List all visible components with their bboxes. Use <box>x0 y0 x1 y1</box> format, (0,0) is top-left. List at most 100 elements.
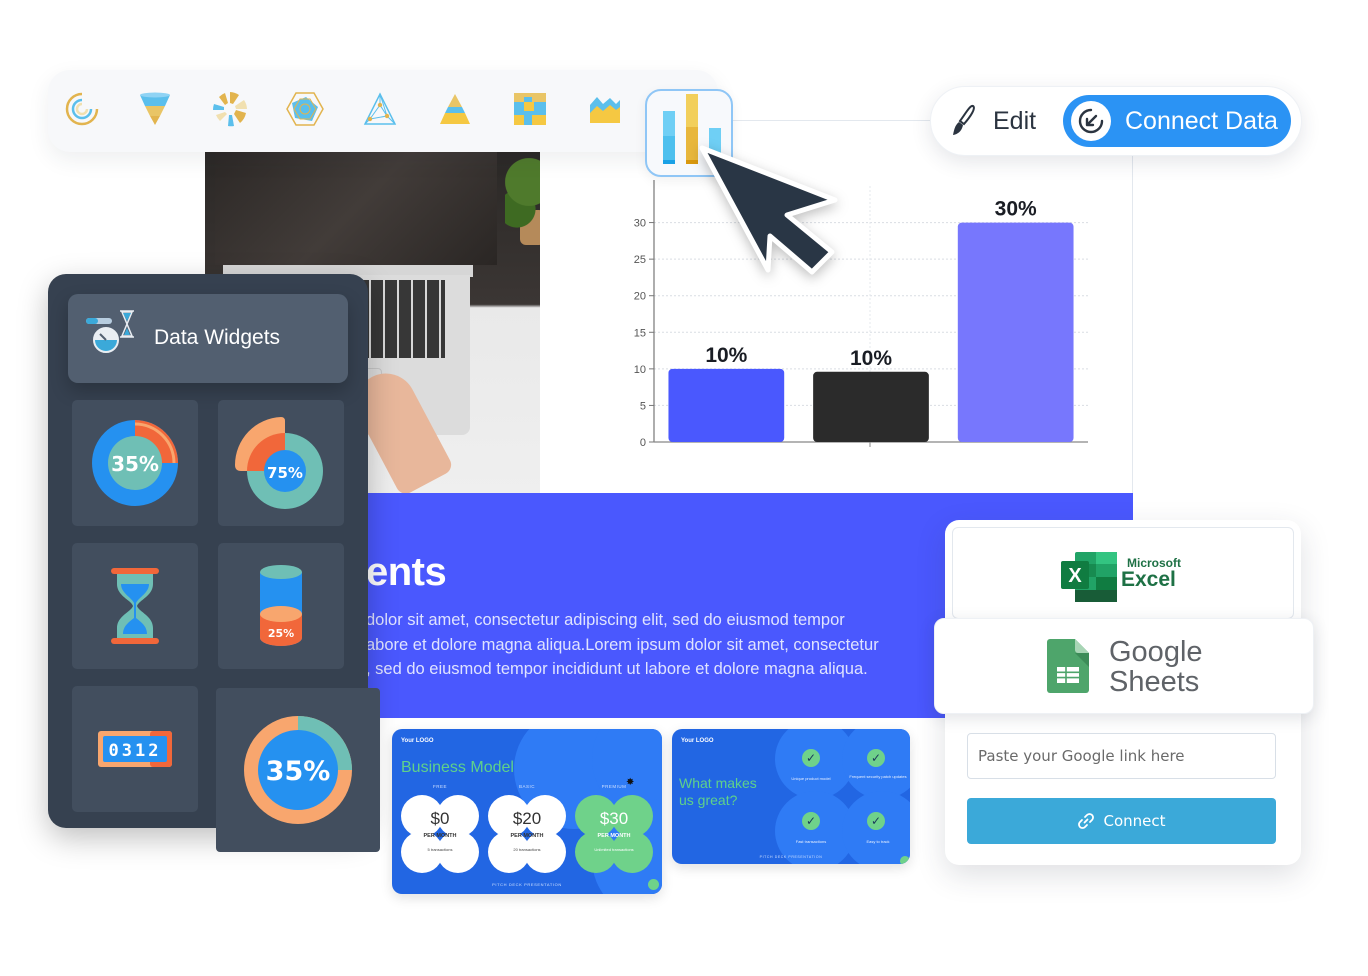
feature-label: Easy to track <box>866 839 890 844</box>
link-icon <box>1078 813 1095 829</box>
check-icon: ✓ <box>802 749 820 767</box>
next-arrow-icon <box>900 856 910 864</box>
price: $30 <box>599 809 629 828</box>
price-period: PER MONTH <box>510 833 544 839</box>
template-thumbnail-business-model[interactable]: Your LOGO Business Model FREE BASIC PREM… <box>392 729 662 894</box>
tier-label: FREE <box>432 784 447 789</box>
slide-heading: ents <box>366 550 447 594</box>
excel-source-option[interactable]: X Microsoft Excel <box>952 527 1294 619</box>
mouse-cursor-icon <box>699 145 838 275</box>
polar-area-chart-icon[interactable] <box>210 89 250 129</box>
excel-logo-icon: X <box>1061 552 1117 602</box>
y-tick-label: 25 <box>634 254 646 266</box>
feature-label: Unique product model <box>791 776 831 781</box>
pyramid-chart-icon[interactable] <box>435 89 475 129</box>
cylinder-widget-label: 25% <box>268 627 294 640</box>
bar <box>668 368 785 442</box>
google-sheets-source-option[interactable]: Google Sheets <box>934 618 1314 714</box>
pie-widget[interactable]: 75% <box>218 400 344 526</box>
price-period: PER MONTH <box>597 833 631 839</box>
donut-widget-label: 35% <box>111 452 159 476</box>
price-desc: 5 transactions <box>427 847 453 852</box>
excel-label: Excel <box>1121 568 1176 591</box>
area-chart-icon[interactable] <box>585 89 625 129</box>
price-card-premium: $30 PER MONTH Unlimited transactions <box>575 795 653 873</box>
thumbnail-footer: PITCH DECK PRESENTATION <box>492 882 562 887</box>
check-icon: ✓ <box>867 812 885 830</box>
feature-label: Fast transactions <box>795 839 827 844</box>
next-arrow-icon <box>648 879 659 890</box>
counter-icon: 0312 <box>98 731 172 767</box>
thumbnail-title: Business Model <box>401 759 514 776</box>
template-thumbnail-what-makes-us-great[interactable]: Your LOGO What makes us great? ✓ ✓ ✓ ✓ U… <box>672 729 910 864</box>
connect-data-button[interactable]: Connect Data <box>1063 95 1291 147</box>
radar-chart-icon[interactable] <box>285 89 325 129</box>
edit-label: Edit <box>993 106 1037 135</box>
connect-data-label: Connect Data <box>1125 106 1278 135</box>
google-sheets-logo-icon <box>1047 639 1089 693</box>
thumbnail-logo: Your LOGO <box>681 738 714 744</box>
bar <box>957 222 1074 442</box>
price-card-basic: $20 PER MONTH 20 transactions <box>488 795 566 873</box>
price: $20 <box>512 809 542 828</box>
cylinder-chart-icon: 25% <box>260 565 302 646</box>
tier-label: BASIC <box>518 784 535 789</box>
y-tick-label: 0 <box>640 437 646 449</box>
bar-data-label: 10% <box>850 347 892 370</box>
bar <box>813 371 929 442</box>
y-tick-label: 15 <box>634 327 646 339</box>
hourglass-widget[interactable] <box>72 543 198 669</box>
google-sheets-label-line2: Sheets <box>1109 666 1200 698</box>
bar-chart-svg: 0 5 10 15 20 25 30 10% 10% 30% <box>634 180 1088 449</box>
connect-data-icon <box>1071 101 1111 141</box>
donut-widget[interactable]: 35% <box>72 400 198 526</box>
thumbnail-footer: PITCH DECK PRESENTATION <box>759 855 823 859</box>
svg-text:X: X <box>1068 565 1082 587</box>
data-widgets-title: Data Widgets <box>154 326 281 349</box>
bar-data-label: 30% <box>995 198 1037 221</box>
price-period: PER MONTH <box>423 833 457 839</box>
y-tick-label: 10 <box>634 364 646 376</box>
donut-chart-icon: 35% <box>92 420 178 506</box>
feature-label: Frequent security patch updates <box>849 774 907 779</box>
ring-chart-icon: 35% <box>244 716 352 824</box>
ring-widget-label: 35% <box>266 756 331 787</box>
pie-widget-label: 75% <box>267 464 303 482</box>
edit-button[interactable]: Edit <box>949 99 1036 143</box>
ring-widget[interactable]: 35% <box>216 688 380 852</box>
hourglass-icon <box>111 568 159 644</box>
data-widgets-header[interactable]: Data Widgets <box>68 294 348 383</box>
price: $0 <box>430 809 450 828</box>
y-tick-label: 30 <box>634 218 646 230</box>
brush-icon <box>953 104 975 135</box>
check-icon: ✓ <box>802 812 820 830</box>
price-desc: Unlimited transactions <box>594 847 634 852</box>
google-link-input[interactable] <box>967 733 1276 779</box>
y-tick-label: 20 <box>634 291 646 303</box>
triangle-diagram-icon[interactable] <box>360 89 400 129</box>
connect-button[interactable]: Connect <box>967 798 1276 844</box>
counter-widget[interactable]: 0312 <box>72 686 198 812</box>
chart-type-toolbar <box>48 70 718 152</box>
pie-chart-icon: 75% <box>234 417 323 509</box>
price-card-free: $0 PER MONTH 5 transactions <box>401 795 479 873</box>
price-desc: 20 transactions <box>513 847 541 852</box>
funnel-chart-icon[interactable] <box>135 89 175 129</box>
radial-bar-chart-icon[interactable] <box>62 89 102 129</box>
bar-chart[interactable]: 0 5 10 15 20 25 30 10% 10% 30% <box>600 180 1120 470</box>
y-tick-label: 5 <box>640 400 646 412</box>
connect-button-label: Connect <box>1103 812 1166 830</box>
check-icon: ✓ <box>867 749 885 767</box>
google-sheets-label-line1: Google <box>1109 636 1203 668</box>
slide-body-text: dolor sit amet, consectetur adipiscing e… <box>366 611 879 678</box>
edit-connect-toolbar: Edit Connect Data <box>930 86 1302 156</box>
cylinder-widget[interactable]: 25% <box>218 543 344 669</box>
thumbnail-logo: Your LOGO <box>401 738 434 744</box>
treemap-chart-icon[interactable] <box>510 89 550 129</box>
bar-data-label: 10% <box>705 344 747 367</box>
thumbnail-title: What makes us great? <box>679 775 757 808</box>
star-icon: ✸ <box>626 777 635 788</box>
data-widgets-icon <box>86 310 134 353</box>
counter-widget-label: 0312 <box>109 741 162 761</box>
tier-label: PREMIUM <box>601 784 627 789</box>
